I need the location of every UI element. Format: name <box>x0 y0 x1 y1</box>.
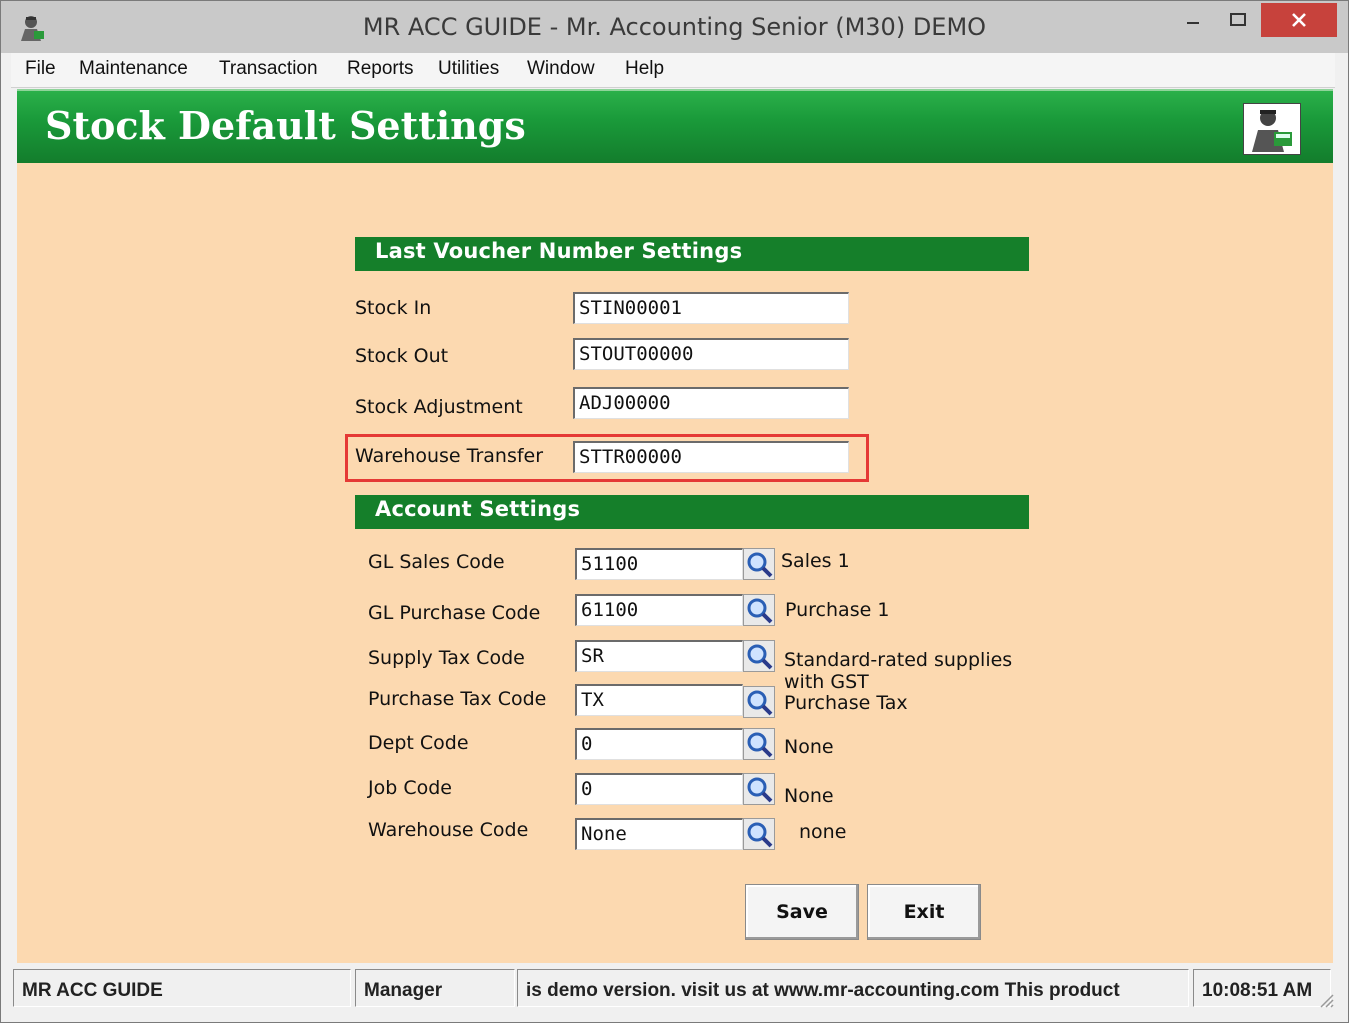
supply-tax-lookup-button[interactable] <box>743 640 775 672</box>
save-button[interactable]: Save <box>745 884 859 940</box>
stock-in-label: Stock In <box>355 297 432 319</box>
menu-file[interactable]: File <box>25 58 56 80</box>
menu-transaction[interactable]: Transaction <box>219 58 318 80</box>
dept-description: None <box>784 736 834 758</box>
supply-tax-code-label: Supply Tax Code <box>368 647 525 669</box>
dept-lookup-button[interactable] <box>743 728 775 760</box>
gl-purchase-code-label: GL Purchase Code <box>368 602 541 624</box>
voucher-section-header: Last Voucher Number Settings <box>355 237 1029 271</box>
warehouse-description: none <box>799 821 847 843</box>
magnifier-icon <box>747 598 773 624</box>
job-code-field[interactable]: 0 <box>575 773 743 805</box>
menu-utilities[interactable]: Utilities <box>438 58 499 80</box>
magnifier-icon <box>747 552 773 578</box>
gl-sales-lookup-button[interactable] <box>743 548 775 580</box>
dept-code-field[interactable]: 0 <box>575 728 743 760</box>
form-area: Stock Default Settings Last Voucher Numb… <box>17 89 1333 963</box>
purchase-tax-lookup-button[interactable] <box>743 686 775 718</box>
status-company: MR ACC GUIDE <box>13 969 351 1007</box>
maximize-button[interactable] <box>1215 3 1261 37</box>
gl-sales-description: Sales 1 <box>781 550 850 572</box>
stock-adjustment-label: Stock Adjustment <box>355 396 523 418</box>
supply-tax-code-field[interactable]: SR <box>575 640 743 672</box>
account-section-title: Account Settings <box>375 497 581 521</box>
voucher-section-title: Last Voucher Number Settings <box>375 239 743 263</box>
stock-in-field[interactable]: STIN00001 <box>573 292 849 324</box>
title-bar[interactable]: MR ACC GUIDE - Mr. Accounting Senior (M3… <box>1 1 1348 53</box>
accountant-logo-icon <box>1243 103 1301 155</box>
gl-sales-code-label: GL Sales Code <box>368 551 505 573</box>
warehouse-lookup-button[interactable] <box>743 818 775 850</box>
status-user: Manager <box>355 969 515 1007</box>
dept-code-label: Dept Code <box>368 732 469 754</box>
status-bar: MR ACC GUIDE Manager is demo version. vi… <box>11 965 1335 1011</box>
close-icon <box>1292 13 1306 27</box>
magnifier-icon <box>747 777 773 803</box>
magnifier-icon <box>747 644 773 670</box>
gl-purchase-code-field[interactable]: 61100 <box>575 594 743 626</box>
gl-purchase-lookup-button[interactable] <box>743 594 775 626</box>
job-description: None <box>784 785 834 807</box>
magnifier-icon <box>747 690 773 716</box>
header-banner: Stock Default Settings <box>17 89 1333 163</box>
app-window: MR ACC GUIDE - Mr. Accounting Senior (M3… <box>0 0 1349 1023</box>
resize-grip-icon[interactable] <box>1317 991 1335 1009</box>
warehouse-transfer-field[interactable]: STTR00000 <box>573 441 849 473</box>
purchase-tax-description: Purchase Tax <box>784 692 908 714</box>
status-time: 10:08:51 AM <box>1193 969 1331 1007</box>
close-button[interactable] <box>1261 3 1337 37</box>
account-section-header: Account Settings <box>355 495 1029 529</box>
purchase-tax-code-field[interactable]: TX <box>575 684 743 716</box>
exit-button[interactable]: Exit <box>867 884 981 940</box>
status-message: is demo version. visit us at www.mr-acco… <box>517 969 1189 1007</box>
job-lookup-button[interactable] <box>743 773 775 805</box>
warehouse-code-field[interactable]: None <box>575 818 743 850</box>
menu-window[interactable]: Window <box>527 58 595 80</box>
gl-sales-code-field[interactable]: 51100 <box>575 548 743 580</box>
gl-purchase-description: Purchase 1 <box>785 599 890 621</box>
window-title: MR ACC GUIDE - Mr. Accounting Senior (M3… <box>362 13 987 41</box>
stock-adjustment-field[interactable]: ADJ00000 <box>573 387 849 419</box>
menu-help[interactable]: Help <box>625 58 664 80</box>
warehouse-transfer-label: Warehouse Transfer <box>355 445 544 467</box>
supply-tax-description: Standard-rated supplies with GST <box>784 649 1013 693</box>
minimize-icon <box>1187 22 1199 24</box>
page-title: Stock Default Settings <box>45 103 526 148</box>
menu-bar: File Maintenance Transaction Reports Uti… <box>11 53 1335 88</box>
warehouse-code-label: Warehouse Code <box>368 819 529 841</box>
purchase-tax-code-label: Purchase Tax Code <box>368 688 547 710</box>
stock-out-field[interactable]: STOUT00000 <box>573 338 849 370</box>
menu-reports[interactable]: Reports <box>347 58 414 80</box>
minimize-button[interactable] <box>1171 3 1215 37</box>
menu-maintenance[interactable]: Maintenance <box>79 58 188 80</box>
maximize-icon <box>1230 13 1246 26</box>
stock-out-label: Stock Out <box>355 345 449 367</box>
magnifier-icon <box>747 822 773 848</box>
job-code-label: Job Code <box>368 777 452 799</box>
magnifier-icon <box>747 732 773 758</box>
